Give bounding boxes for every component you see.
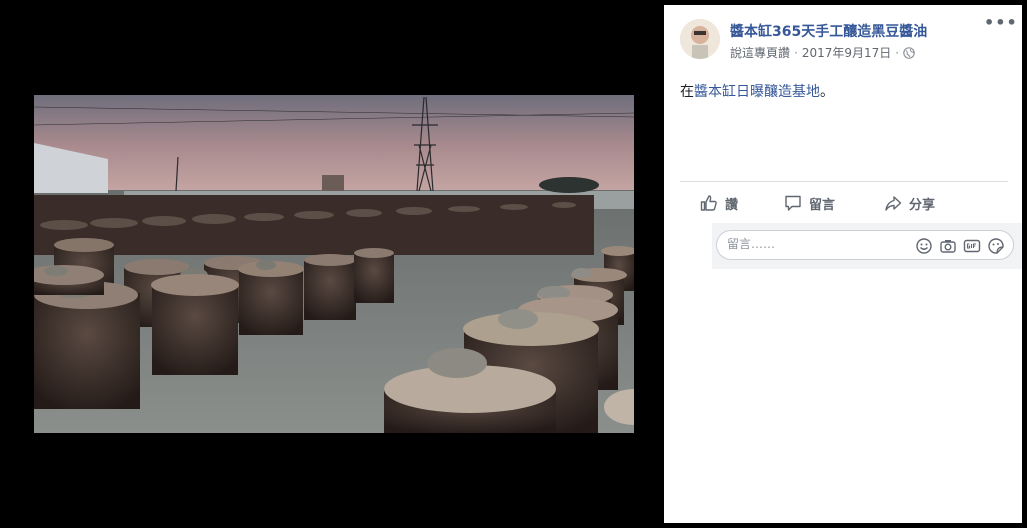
share-arrow-icon (884, 194, 902, 212)
location-link[interactable]: 醬本缸日曝釀造基地 (694, 84, 820, 100)
like-label: 讚 (725, 197, 739, 213)
speech-bubble-icon (784, 194, 802, 212)
gif-icon[interactable] (963, 237, 981, 255)
post-side-panel: 醬本缸365天手工釀造黑豆醬油 說這專頁讚 · 2017年9月17日 · •••… (664, 5, 1022, 523)
photo-viewer: 醬本缸365天手工釀造黑豆醬油 說這專頁讚 · 2017年9月17日 · •••… (0, 0, 1027, 528)
comment-composer (712, 223, 1022, 269)
globe-icon (903, 46, 915, 59)
post-date[interactable]: 2017年9月17日 (802, 44, 891, 61)
more-options-button[interactable]: ••• (984, 15, 1017, 35)
like-button[interactable]: 讚 (700, 192, 738, 214)
comment-button[interactable]: 留言 (784, 192, 835, 214)
post-meta: 說這專頁讚 · 2017年9月17日 · (730, 44, 915, 61)
share-button[interactable]: 分享 (884, 192, 935, 214)
post-text-suffix: 。 (820, 84, 834, 100)
comment-box[interactable] (716, 230, 1014, 260)
like-page-link[interactable]: 說這專頁讚 (730, 44, 790, 61)
page-name-link[interactable]: 醬本缸365天手工釀造黑豆醬油 (730, 21, 927, 41)
share-label: 分享 (909, 197, 936, 213)
sticker-icon[interactable] (987, 237, 1005, 255)
post-text-prefix: 在 (680, 84, 694, 100)
post-header: 醬本缸365天手工釀造黑豆醬油 說這專頁讚 · 2017年9月17日 · (680, 19, 1010, 63)
comment-label: 留言 (809, 197, 836, 213)
post-photo[interactable] (34, 95, 634, 433)
post-action-bar: 讚 留言 分享 (680, 181, 1008, 224)
comment-tools (915, 237, 1005, 255)
meta-separator: · (794, 45, 798, 60)
meta-separator-2: · (895, 45, 900, 60)
page-avatar[interactable] (680, 19, 720, 59)
comment-input[interactable] (727, 237, 907, 251)
photo-stage (0, 0, 664, 528)
smiley-icon[interactable] (915, 237, 933, 255)
camera-icon[interactable] (939, 237, 957, 255)
post-text: 在醬本缸日曝釀造基地。 (680, 81, 834, 101)
thumbs-up-icon (700, 194, 718, 212)
